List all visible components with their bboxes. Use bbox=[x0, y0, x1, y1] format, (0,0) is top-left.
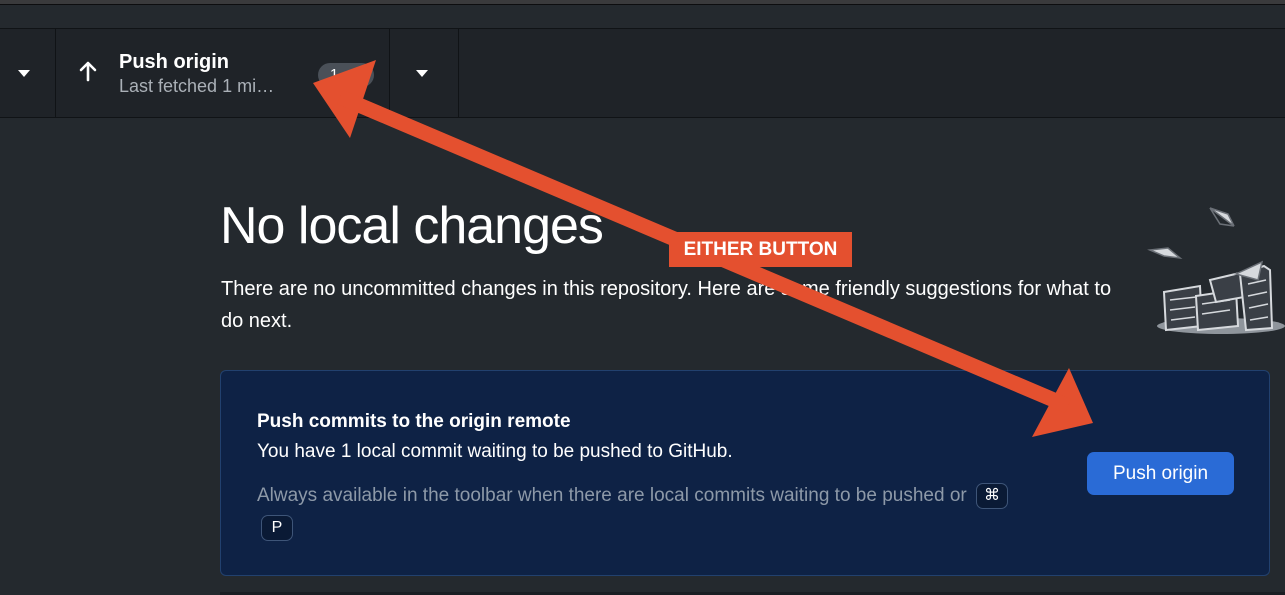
p-key: P bbox=[261, 514, 293, 541]
arrow-up-icon bbox=[79, 61, 97, 82]
titlebar-divider bbox=[0, 4, 1285, 5]
card-hint: Always available in the toolbar when the… bbox=[257, 480, 1017, 544]
card-hint-text: Always available in the toolbar when the… bbox=[257, 485, 967, 506]
card-description: You have 1 local commit waiting to be pu… bbox=[257, 441, 733, 462]
page-description: There are no uncommitted changes in this… bbox=[221, 278, 1112, 332]
push-options-dropdown[interactable] bbox=[390, 29, 459, 117]
push-origin-label: Push origin bbox=[119, 51, 229, 73]
last-fetched-label: Last fetched 1 mi… bbox=[119, 76, 275, 96]
toolbar: Push origin Last fetched 1 mi… 1 bbox=[0, 28, 1285, 118]
chevron-down-icon bbox=[416, 70, 428, 77]
push-suggestion-card: Push commits to the origin remote You ha… bbox=[220, 370, 1270, 576]
unpushed-commit-count-badge: 1 bbox=[318, 63, 374, 87]
chevron-down-icon bbox=[18, 70, 30, 77]
push-origin-toolbar-button[interactable]: Push origin Last fetched 1 mi… 1 bbox=[56, 29, 390, 117]
card-title: Push commits to the origin remote bbox=[257, 411, 571, 432]
branch-dropdown[interactable] bbox=[0, 29, 56, 117]
page-title: No local changes bbox=[220, 197, 604, 255]
push-origin-button[interactable]: Push origin bbox=[1087, 452, 1234, 495]
command-key: ⌘ bbox=[976, 482, 1008, 509]
paper-stack-icon bbox=[1147, 207, 1285, 334]
annotation-label: EITHER BUTTON bbox=[669, 232, 852, 267]
